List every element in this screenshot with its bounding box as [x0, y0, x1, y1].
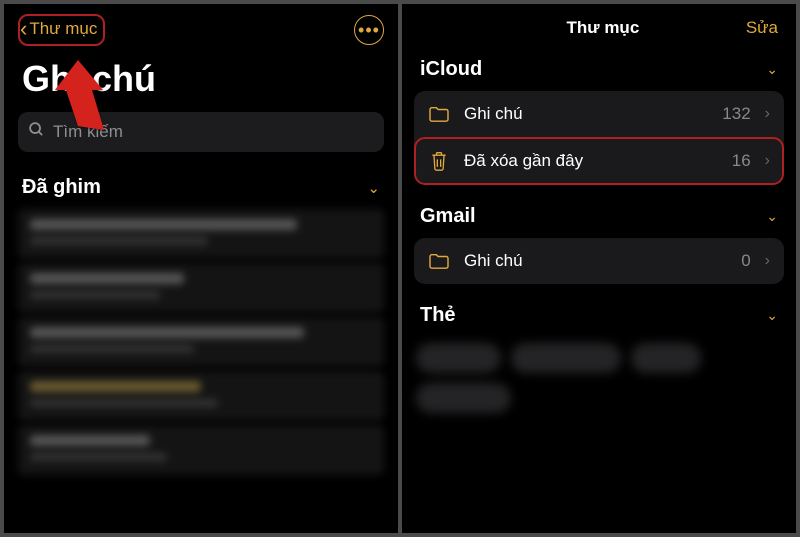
list-item[interactable] [18, 317, 384, 367]
folders-screen: Thư mục Sửa iCloud ⌄ Ghi chú 132 › Đã xó… [402, 4, 796, 533]
chevron-right-icon: › [765, 252, 770, 270]
folder-icon [428, 105, 450, 123]
chevron-right-icon: › [765, 105, 770, 123]
trash-icon [428, 150, 450, 172]
tags-list [416, 337, 782, 413]
nav-header: Thư mục Sửa [402, 4, 796, 58]
folder-list-gmail: Ghi chú 0 › [414, 238, 784, 284]
chevron-down-icon: ⌄ [766, 208, 778, 225]
notes-list [4, 209, 398, 475]
tag-pill[interactable] [416, 343, 501, 373]
account-header-icloud[interactable]: iCloud ⌄ [402, 58, 796, 91]
folder-item-notes[interactable]: Ghi chú 0 › [414, 238, 784, 284]
tag-pill[interactable] [511, 343, 621, 373]
tags-label: Thẻ [420, 304, 456, 327]
back-label: Thư mục [29, 19, 97, 39]
chevron-down-icon: ⌄ [367, 179, 380, 197]
account-header-gmail[interactable]: Gmail ⌄ [402, 205, 796, 238]
chevron-down-icon: ⌄ [766, 307, 778, 324]
folder-item-recently-deleted[interactable]: Đã xóa gần đây 16 › [414, 137, 784, 185]
notes-list-screen: ‹ Thư mục ••• Ghi chú Tìm kiếm Đã ghim ⌄ [4, 4, 398, 533]
tag-pill[interactable] [416, 383, 511, 413]
folder-icon [428, 252, 450, 270]
account-name: iCloud [420, 58, 482, 81]
list-item[interactable] [18, 371, 384, 421]
list-item[interactable] [18, 209, 384, 259]
search-icon [28, 121, 45, 143]
page-title: Ghi chú [4, 52, 398, 112]
folder-item-notes[interactable]: Ghi chú 132 › [414, 91, 784, 137]
screen-title: Thư mục [460, 18, 746, 38]
folder-label: Ghi chú [464, 251, 727, 271]
account-name: Gmail [420, 205, 476, 228]
ellipsis-icon: ••• [358, 20, 380, 41]
chevron-down-icon: ⌄ [766, 61, 778, 78]
folder-label: Ghi chú [464, 104, 708, 124]
pinned-section-header[interactable]: Đã ghim ⌄ [4, 168, 398, 209]
more-button[interactable]: ••• [354, 15, 384, 45]
folder-label: Đã xóa gần đây [464, 151, 718, 171]
list-item[interactable] [18, 263, 384, 313]
edit-button[interactable]: Sửa [746, 18, 778, 38]
back-button[interactable]: ‹ Thư mục [18, 14, 105, 46]
search-input[interactable]: Tìm kiếm [18, 112, 384, 152]
folder-count: 132 [722, 104, 750, 124]
folder-list-icloud: Ghi chú 132 › Đã xóa gần đây 16 › [414, 91, 784, 185]
tag-pill[interactable] [631, 343, 701, 373]
tags-header[interactable]: Thẻ ⌄ [402, 304, 796, 337]
section-label: Đã ghim [22, 176, 101, 199]
search-placeholder: Tìm kiếm [53, 122, 123, 142]
list-item[interactable] [18, 425, 384, 475]
nav-header: ‹ Thư mục ••• [4, 4, 398, 52]
chevron-left-icon: ‹ [20, 18, 27, 40]
folder-count: 0 [741, 251, 750, 271]
folder-count: 16 [732, 151, 751, 171]
chevron-right-icon: › [765, 152, 770, 170]
